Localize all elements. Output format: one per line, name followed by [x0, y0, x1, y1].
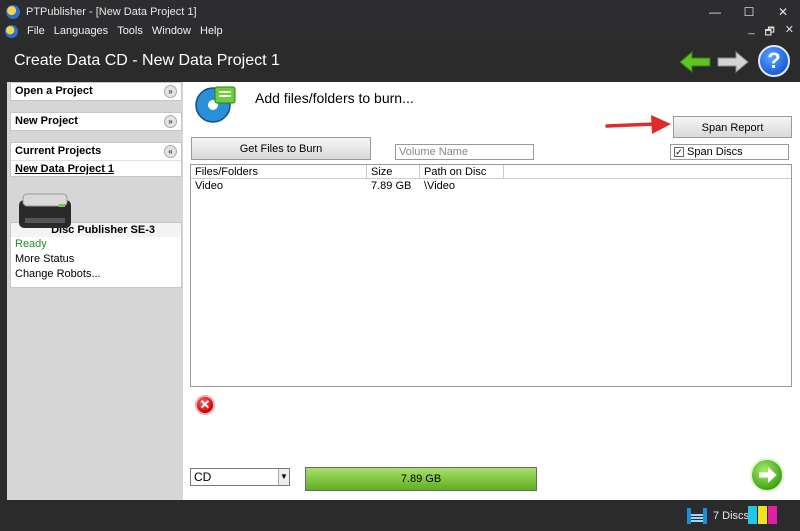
table-header: Files/Folders Size Path on Disc	[191, 165, 791, 179]
app-menu-icon[interactable]	[5, 24, 18, 38]
open-project-header[interactable]: Open a Project »	[11, 83, 181, 100]
app-logo-icon	[6, 5, 20, 19]
menu-file[interactable]: File	[27, 25, 45, 37]
column-size[interactable]: Size	[367, 165, 420, 178]
file-table[interactable]: Files/Folders Size Path on Disc Video 7.…	[190, 164, 792, 387]
disc-stack-icon	[687, 508, 707, 524]
chevron-down-icon[interactable]: ▼	[278, 469, 289, 485]
help-button[interactable]: ?	[758, 45, 790, 77]
span-report-button[interactable]: Span Report	[673, 116, 792, 138]
disc-count: 7 Discs	[713, 510, 750, 522]
current-projects-panel: Current Projects « New Data Project 1	[10, 142, 182, 177]
forward-arrow-icon[interactable]	[716, 50, 750, 74]
current-projects-header[interactable]: Current Projects «	[11, 143, 181, 160]
main-heading: Add files/folders to burn...	[255, 90, 414, 106]
remove-icon[interactable]: ✕	[195, 395, 215, 415]
span-discs-checkbox[interactable]: ✓	[674, 147, 684, 157]
capacity-progress-bar: 7.89 GB	[305, 467, 537, 491]
ink-cyan-icon	[748, 506, 757, 524]
volume-name-input[interactable]: Volume Name	[395, 144, 534, 160]
menu-tools[interactable]: Tools	[117, 25, 143, 37]
current-projects-label: Current Projects	[15, 145, 102, 157]
chevron-down-icon[interactable]: »	[164, 115, 177, 128]
printer-status: Ready	[15, 238, 47, 250]
chevron-up-icon[interactable]: «	[164, 145, 177, 158]
disc-burn-icon	[195, 86, 236, 123]
menu-languages[interactable]: Languages	[54, 25, 108, 37]
main-panel: Add files/folders to burn... Span Report…	[183, 82, 800, 500]
status-bar: 7 Discs	[0, 500, 800, 531]
cell-size: 7.89 GB	[371, 180, 412, 192]
more-status-link[interactable]: More Status	[11, 252, 181, 267]
chevron-down-icon[interactable]: »	[164, 85, 177, 98]
window-title: PTPublisher - [New Data Project 1]	[26, 6, 197, 18]
page-title: Create Data CD - New Data Project 1	[14, 52, 280, 69]
change-robots-link[interactable]: Change Robots...	[11, 267, 181, 282]
menu-window[interactable]: Window	[152, 25, 191, 37]
minimize-button[interactable]: —	[698, 0, 732, 24]
title-bar: PTPublisher - [New Data Project 1] — ☐ ✕	[0, 0, 800, 24]
window-controls: — ☐ ✕	[698, 0, 800, 24]
disc-publisher-icon	[19, 193, 71, 228]
burn-go-button[interactable]	[750, 458, 784, 492]
progress-label: 7.89 GB	[400, 473, 442, 485]
red-pointer-arrow-icon	[605, 115, 671, 134]
table-row[interactable]: Video 7.89 GB \Video	[191, 179, 791, 193]
media-type-value: CD	[194, 470, 212, 484]
column-files-folders[interactable]: Files/Folders	[191, 165, 367, 178]
menu-bar: File Languages Tools Window Help _ 🗗 ✕	[0, 22, 800, 40]
new-project-header[interactable]: New Project »	[11, 113, 181, 130]
media-type-select[interactable]: CD ▼	[190, 468, 290, 486]
open-project-panel[interactable]: Open a Project »	[10, 82, 182, 101]
page-header: Create Data CD - New Data Project 1 ?	[0, 40, 800, 82]
cell-name: Video	[195, 180, 223, 192]
maximize-button[interactable]: ☐	[732, 0, 766, 24]
open-project-label: Open a Project	[15, 85, 93, 97]
sidebar: Open a Project » New Project » Current P…	[7, 82, 183, 500]
close-button[interactable]: ✕	[766, 0, 800, 24]
current-project-link[interactable]: New Data Project 1	[11, 160, 181, 176]
new-project-panel[interactable]: New Project »	[10, 112, 182, 131]
new-project-label: New Project	[15, 115, 78, 127]
ink-magenta-icon	[768, 506, 777, 524]
back-arrow-icon[interactable]	[678, 50, 712, 74]
cell-path: \Video	[424, 180, 455, 192]
span-discs-option[interactable]: ✓ Span Discs	[670, 144, 789, 160]
menu-help[interactable]: Help	[200, 25, 223, 37]
column-path[interactable]: Path on Disc	[420, 165, 504, 178]
get-files-button[interactable]: Get Files to Burn	[191, 137, 371, 160]
ink-yellow-icon	[758, 506, 767, 524]
span-discs-label: Span Discs	[687, 146, 743, 158]
